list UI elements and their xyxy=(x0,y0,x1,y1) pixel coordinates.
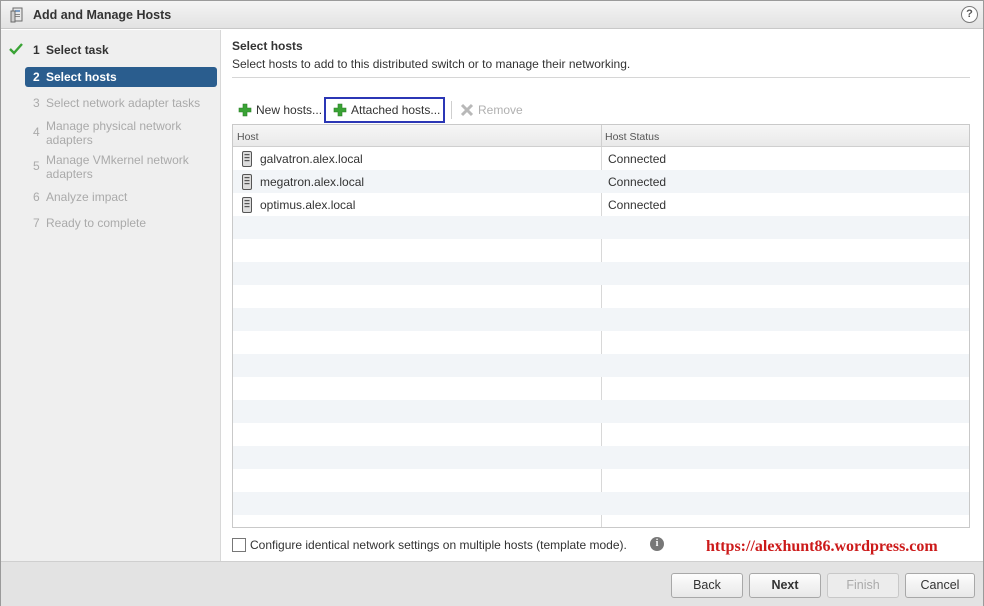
step-number: 7 xyxy=(33,216,40,230)
step-number: 3 xyxy=(33,96,40,110)
empty-row xyxy=(233,354,969,377)
template-mode-checkbox[interactable] xyxy=(232,538,246,552)
back-button[interactable]: Back xyxy=(671,573,743,598)
column-header-host[interactable]: Host xyxy=(237,131,259,143)
host-name: megatron.alex.local xyxy=(260,175,365,189)
page-description: Select hosts to add to this distributed … xyxy=(232,57,631,71)
empty-row xyxy=(233,262,969,285)
new-hosts-label: New hosts... xyxy=(256,103,323,117)
page-title: Select hosts xyxy=(232,39,303,53)
title-bar: Add and Manage Hosts ? xyxy=(1,1,983,29)
table-header: Host Host Status xyxy=(233,125,969,147)
attached-hosts-button[interactable]: Attached hosts... xyxy=(324,97,446,123)
add-icon xyxy=(333,103,347,117)
hosts-table: Host Host Status galvatron.alex.local Co… xyxy=(232,124,970,528)
host-server-icon xyxy=(242,151,252,167)
step-label: Ready to complete xyxy=(46,216,147,230)
empty-row xyxy=(233,308,969,331)
finish-button[interactable]: Finish xyxy=(827,573,899,598)
step-number: 4 xyxy=(33,125,40,139)
table-row[interactable]: megatron.alex.local Connected xyxy=(233,170,969,193)
step-label: Manage VMkernel network adapters xyxy=(46,153,189,181)
empty-row xyxy=(233,515,969,527)
column-header-status[interactable]: Host Status xyxy=(605,131,659,143)
host-server-icon xyxy=(242,197,252,213)
watermark-text: https://alexhunt86.wordpress.com xyxy=(706,538,938,555)
table-row[interactable]: optimus.alex.local Connected xyxy=(233,193,969,216)
column-divider xyxy=(601,125,602,147)
host-status: Connected xyxy=(608,175,667,189)
wizard-footer: Back Next Finish Cancel xyxy=(1,561,983,606)
remove-icon xyxy=(460,103,474,117)
add-icon xyxy=(238,103,252,117)
wizard-icon xyxy=(10,7,23,23)
step-select-hosts[interactable]: 2 Select hosts xyxy=(25,67,217,87)
step-number: 5 xyxy=(33,159,40,173)
step-number: 2 xyxy=(33,70,40,84)
host-name: optimus.alex.local xyxy=(260,198,356,212)
template-mode-label[interactable]: Configure identical network settings on … xyxy=(250,538,627,552)
empty-row xyxy=(233,469,969,492)
empty-row xyxy=(233,239,969,262)
toolbar-divider xyxy=(451,101,452,119)
main-panel: Select hosts Select hosts to add to this… xyxy=(222,30,983,561)
cancel-button[interactable]: Cancel xyxy=(905,573,975,598)
empty-row xyxy=(233,216,969,239)
host-status: Connected xyxy=(608,198,667,212)
step-label: Select hosts xyxy=(46,70,117,84)
empty-row xyxy=(233,423,969,446)
step-label: Select task xyxy=(46,43,109,57)
remove-label: Remove xyxy=(478,103,523,117)
check-icon xyxy=(9,43,23,55)
step-label: Analyze impact xyxy=(46,190,128,204)
host-name: galvatron.alex.local xyxy=(260,152,363,166)
empty-row xyxy=(233,331,969,354)
wizard-steps: 1 Select task 2 Select hosts 3 Select ne… xyxy=(1,30,221,561)
info-icon[interactable]: i xyxy=(650,537,664,551)
divider xyxy=(232,77,970,78)
empty-row xyxy=(233,400,969,423)
empty-row xyxy=(233,285,969,308)
step-label: Manage physical network adapters xyxy=(46,119,182,147)
table-row[interactable]: galvatron.alex.local Connected xyxy=(233,147,969,170)
next-button[interactable]: Next xyxy=(749,573,821,598)
empty-row xyxy=(233,492,969,515)
step-number: 1 xyxy=(33,43,40,57)
step-number: 6 xyxy=(33,190,40,204)
help-icon[interactable]: ? xyxy=(961,6,978,23)
empty-row xyxy=(233,446,969,469)
host-server-icon xyxy=(242,174,252,190)
host-status: Connected xyxy=(608,152,667,166)
add-manage-hosts-dialog: Add and Manage Hosts ? 1 Select task 2 S… xyxy=(0,0,984,606)
step-label: Select network adapter tasks xyxy=(46,96,201,110)
empty-row xyxy=(233,377,969,400)
hosts-toolbar: New hosts... Attached hosts... Remove xyxy=(232,97,970,123)
new-hosts-button[interactable]: New hosts... xyxy=(238,97,322,123)
attached-hosts-label: Attached hosts... xyxy=(351,103,441,117)
table-body: galvatron.alex.local Connected megatron.… xyxy=(233,147,969,527)
remove-button[interactable]: Remove xyxy=(460,97,523,123)
dialog-title: Add and Manage Hosts xyxy=(33,8,172,22)
